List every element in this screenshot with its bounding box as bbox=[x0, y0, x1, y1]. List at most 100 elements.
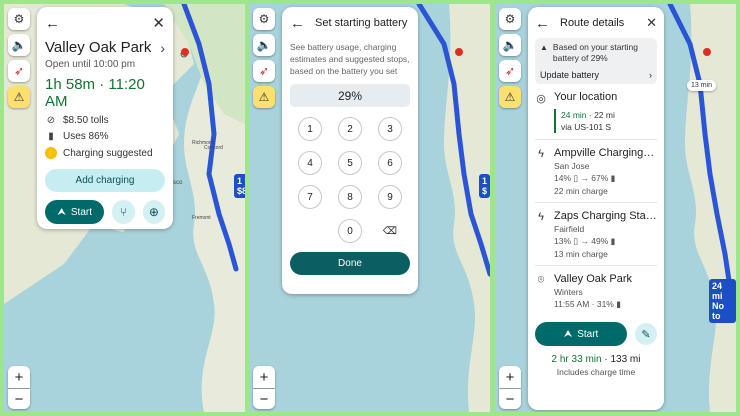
report-incident-button[interactable]: ⚠ bbox=[499, 86, 521, 108]
key-2[interactable]: 2 bbox=[338, 117, 362, 141]
destination-item[interactable]: ⌾ Valley Oak Park Winters 11:55 AM · 31%… bbox=[535, 266, 657, 316]
stop-name: Valley Oak Park bbox=[554, 273, 633, 285]
opening-hours: Open until 10:00 pm bbox=[45, 59, 136, 70]
report-incident-button[interactable]: ⚠ bbox=[253, 86, 275, 108]
zoom-out-button[interactable]: − bbox=[499, 389, 521, 409]
warning-icon: ▲ bbox=[540, 43, 548, 52]
update-battery-label: Update battery bbox=[540, 70, 600, 80]
report-incident-button[interactable]: ⚠ bbox=[8, 86, 30, 108]
back-arrow-icon[interactable]: ← bbox=[290, 15, 305, 32]
key-1[interactable]: 1 bbox=[298, 117, 322, 141]
fork-icon: ⑂ bbox=[119, 205, 128, 219]
sound-button[interactable]: 🔈 bbox=[253, 34, 275, 56]
navigation-arrow-icon: ⮝ bbox=[563, 328, 573, 340]
route-label-line-2: $8 bbox=[237, 186, 245, 196]
stop-city: San Jose bbox=[554, 161, 590, 171]
gear-icon: ⚙ bbox=[504, 12, 516, 26]
key-7[interactable]: 7 bbox=[298, 185, 322, 209]
settings-gear-button[interactable]: ⚙ bbox=[253, 8, 275, 30]
plus-icon: + bbox=[14, 368, 24, 386]
compass-icon: ➶ bbox=[13, 64, 25, 78]
key-8[interactable]: 8 bbox=[338, 185, 362, 209]
speaker-icon: 🔈 bbox=[256, 38, 272, 52]
key-4[interactable]: 4 bbox=[298, 151, 322, 175]
charging-stop-item[interactable]: ϟ Zaps Charging Sta… Fairfield 13% ▯ → 4… bbox=[535, 203, 657, 266]
key-6[interactable]: 6 bbox=[378, 151, 402, 175]
compass-icon: ➶ bbox=[504, 64, 516, 78]
leg-distance: · 22 mi bbox=[586, 110, 615, 120]
battery-icon: ▮ bbox=[48, 131, 54, 142]
start-label: Start bbox=[577, 328, 599, 340]
zoom-in-button[interactable]: + bbox=[499, 366, 521, 388]
sound-button[interactable]: 🔈 bbox=[499, 34, 521, 56]
backspace-icon: ⌫ bbox=[382, 225, 398, 237]
tolls-row: ⊘ $8.50 tolls bbox=[45, 115, 165, 126]
battery-value-field[interactable]: 29% bbox=[290, 84, 410, 107]
route-label[interactable]: 1 $ bbox=[479, 174, 490, 198]
total-distance: · 133 mi bbox=[601, 354, 641, 365]
update-battery-button[interactable]: Update battery › bbox=[540, 70, 652, 80]
close-icon[interactable]: ✕ bbox=[646, 15, 657, 31]
origin-item[interactable]: ◎ Your location 24 min · 22 mi via US-10… bbox=[535, 84, 657, 140]
edit-route-button[interactable]: ✎ bbox=[635, 323, 657, 345]
settings-gear-button[interactable]: ⚙ bbox=[8, 8, 30, 30]
plus-icon: + bbox=[505, 368, 515, 386]
charging-suggested-row: ⚡ Charging suggested bbox=[45, 147, 165, 159]
compass-button[interactable]: ➶ bbox=[8, 60, 30, 82]
eta-text: 1h 58m · 11:20 AM bbox=[45, 76, 145, 110]
leg-info: 24 min · 22 mi via US-101 S bbox=[554, 109, 657, 133]
key-3[interactable]: 3 bbox=[378, 117, 402, 141]
segment-time-chip[interactable]: 13 min bbox=[687, 80, 717, 91]
leg-via: via US-101 S bbox=[561, 122, 612, 132]
stop-battery: 14% ▯ → 67% ▮ bbox=[554, 173, 616, 183]
destination-row[interactable]: Valley Oak Park › bbox=[45, 39, 165, 56]
charging-warning-icon: ⚡ bbox=[45, 147, 57, 159]
route-label-line-1: 24 mi bbox=[712, 281, 723, 301]
key-9[interactable]: 9 bbox=[378, 185, 402, 209]
key-5[interactable]: 5 bbox=[338, 151, 362, 175]
compass-button[interactable]: ➶ bbox=[253, 60, 275, 82]
done-button[interactable]: Done bbox=[290, 252, 410, 275]
panel-route-details: 13 min 24 mi No to ⚙ 🔈 ➶ ⚠ + − ← Route d… bbox=[495, 4, 736, 412]
add-charging-button[interactable]: Add charging bbox=[45, 169, 165, 192]
route-details-card: ← Route details ✕ ▲ Based on your starti… bbox=[528, 7, 664, 410]
settings-gear-button[interactable]: ⚙ bbox=[499, 8, 521, 30]
key-empty bbox=[298, 219, 322, 243]
route-details-title: Route details bbox=[560, 17, 625, 29]
key-0[interactable]: 0 bbox=[338, 219, 362, 243]
origin-name: Your location bbox=[554, 91, 618, 103]
panel-set-battery: 1 $ ⚙ 🔈 ➶ ⚠ + − ← Set starting battery S… bbox=[249, 4, 490, 412]
battery-card-title: Set starting battery bbox=[315, 17, 408, 29]
route-label-line-1: 1 bbox=[482, 176, 488, 186]
back-arrow-icon[interactable]: ← bbox=[535, 15, 550, 32]
numeric-keypad: 1 2 3 4 5 6 7 8 9 0 ⌫ bbox=[290, 117, 410, 243]
route-label-line-1: 1 bbox=[237, 176, 243, 186]
add-place-icon: ⊕ bbox=[148, 205, 159, 219]
zoom-out-button[interactable]: − bbox=[8, 389, 30, 409]
includes-charge-time: Includes charge time bbox=[556, 367, 636, 377]
charging-stop-item[interactable]: ϟ Ampville Charging… San Jose 14% ▯ → 67… bbox=[535, 140, 657, 203]
zoom-out-button[interactable]: − bbox=[253, 389, 275, 409]
route-label-line-2: $ bbox=[482, 186, 488, 196]
route-summary: 2 hr 33 min · 133 mi bbox=[535, 354, 657, 365]
add-stop-button[interactable]: ⊕ bbox=[142, 200, 165, 224]
start-button[interactable]: ⮝ Start bbox=[535, 322, 627, 346]
alternate-routes-button[interactable]: ⑂ bbox=[112, 200, 135, 224]
backspace-key[interactable]: ⌫ bbox=[378, 219, 402, 243]
start-button[interactable]: ⮝ Start bbox=[45, 200, 105, 224]
battery-notice: ▲ Based on your starting battery of 29% … bbox=[535, 38, 657, 84]
route-label-line-2: No to bbox=[712, 301, 724, 321]
map-label-fremont: Fremont bbox=[192, 215, 211, 221]
zoom-in-button[interactable]: + bbox=[253, 366, 275, 388]
compass-button[interactable]: ➶ bbox=[499, 60, 521, 82]
back-arrow-icon[interactable]: ← bbox=[45, 15, 60, 32]
sound-button[interactable]: 🔈 bbox=[8, 34, 30, 56]
route-label[interactable]: 1 $8 bbox=[234, 174, 245, 198]
zoom-in-button[interactable]: + bbox=[8, 366, 30, 388]
minus-icon: − bbox=[14, 390, 24, 408]
minus-icon: − bbox=[505, 390, 515, 408]
pencil-icon: ✎ bbox=[641, 328, 651, 341]
route-label[interactable]: 24 mi No to bbox=[709, 279, 736, 323]
stop-battery: 13% ▯ → 49% ▮ bbox=[554, 236, 616, 246]
close-icon[interactable]: ✕ bbox=[152, 14, 165, 32]
